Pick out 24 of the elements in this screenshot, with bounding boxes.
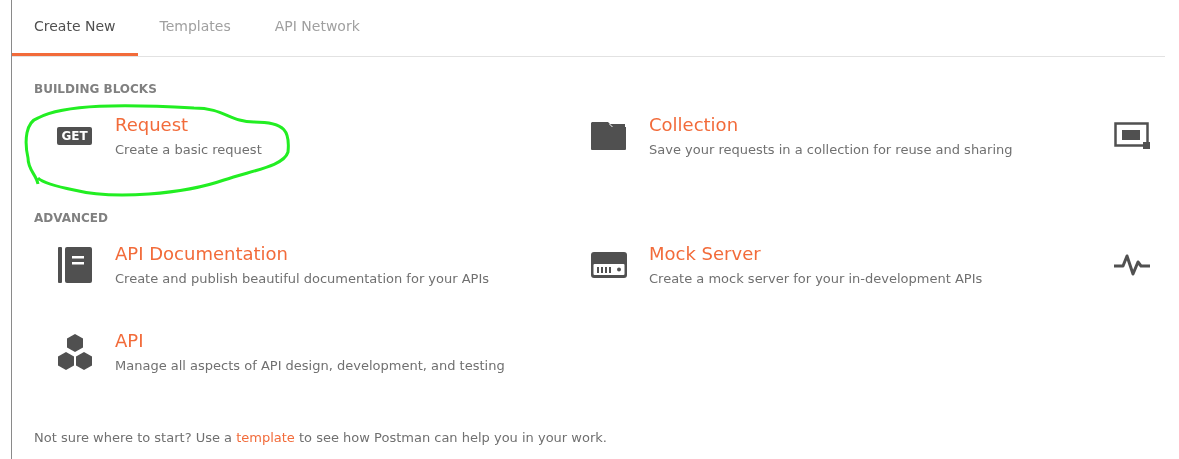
server-icon — [590, 252, 627, 278]
get-badge: GET — [57, 127, 92, 145]
tab[interactable]: Create New — [12, 0, 138, 56]
item-description: Create a basic request — [115, 141, 262, 159]
item-title-link[interactable]: Request — [115, 113, 262, 137]
folder-icon — [590, 122, 627, 150]
item-title-link[interactable]: API — [115, 329, 505, 353]
tab[interactable]: API Network — [252, 0, 382, 56]
template-link[interactable]: template — [236, 430, 295, 445]
item-title-link[interactable]: Collection — [649, 113, 1013, 137]
item-title-link[interactable]: API Documentation — [115, 242, 490, 266]
item-description: Create a mock server for your in-development APIs — [649, 270, 983, 288]
section-heading: ADVANCED — [34, 211, 109, 225]
hexagons-icon — [56, 334, 93, 370]
footer-hint: Not sure where to start? Use a template to see how Postman can help you in your work. — [34, 429, 608, 447]
item-description: Create and publish beautiful documentation for your APIs — [115, 270, 490, 288]
section-heading: BUILDING BLOCKS — [34, 82, 158, 96]
book-icon — [57, 247, 92, 283]
item-title-link[interactable]: Mock Server — [649, 242, 983, 266]
tab[interactable]: Templates — [137, 0, 253, 56]
item-description: Manage all aspects of API design, development, and testing — [115, 357, 505, 375]
pulse-icon — [1114, 253, 1150, 277]
item-description: Save your requests in a collection for reuse and sharing — [649, 141, 1013, 159]
screen-icon — [1114, 122, 1150, 150]
